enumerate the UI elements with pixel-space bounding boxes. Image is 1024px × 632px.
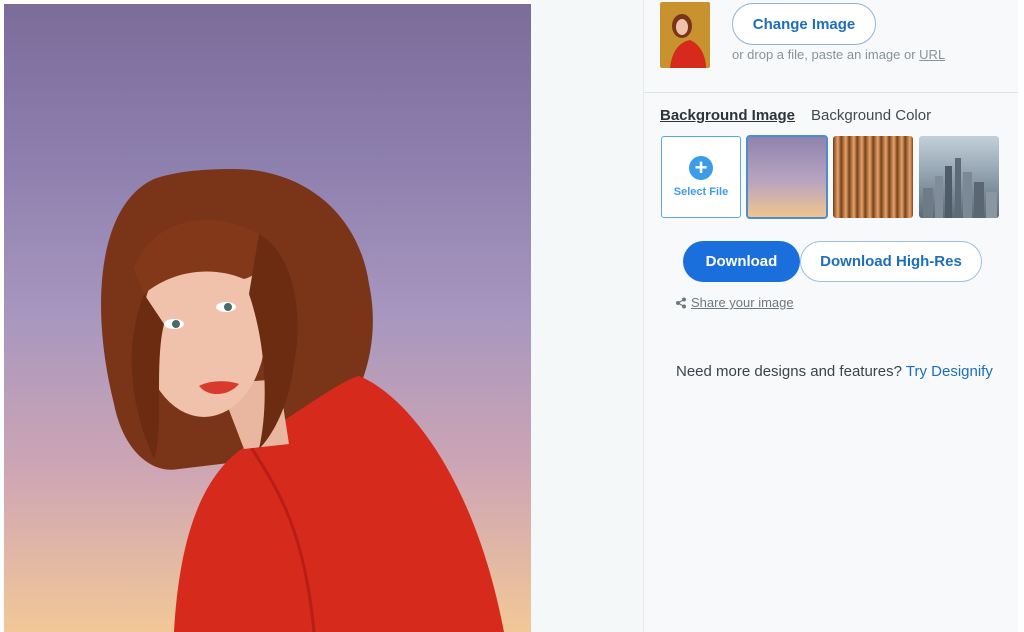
portrait-illustration xyxy=(101,169,504,632)
iris-left xyxy=(172,320,180,328)
background-tile-gradient[interactable] xyxy=(746,135,828,219)
image-preview xyxy=(4,4,531,632)
editor-page: Change Image or drop a file, paste an im… xyxy=(0,0,1024,632)
url-link[interactable]: URL xyxy=(919,47,945,62)
background-tiles: + Select File xyxy=(661,135,999,219)
settings-panel: Change Image or drop a file, paste an im… xyxy=(643,0,1019,632)
background-tile-city[interactable] xyxy=(919,136,999,218)
share-label: Share your image xyxy=(691,295,794,310)
share-link[interactable]: Share your image xyxy=(675,295,794,310)
select-file-label: Select File xyxy=(673,186,729,198)
drop-hint-text: or drop a file, paste an image or xyxy=(732,47,920,62)
canvas-gutter xyxy=(531,0,643,632)
background-tile-stripes[interactable] xyxy=(833,136,913,218)
window-edge xyxy=(1018,0,1024,632)
select-file-tile[interactable]: + Select File xyxy=(661,136,741,218)
background-tabs: Background Image Background Color xyxy=(660,107,931,124)
try-designify-link[interactable]: Try Designify xyxy=(906,363,993,380)
change-image-button[interactable]: Change Image xyxy=(732,3,876,45)
download-button[interactable]: Download xyxy=(683,241,800,282)
section-divider xyxy=(644,92,1019,93)
plus-icon: + xyxy=(689,156,713,180)
share-icon xyxy=(676,297,686,308)
uploaded-image-thumbnail xyxy=(660,2,710,68)
drop-hint: or drop a file, paste an image or URL xyxy=(732,47,945,62)
promo-text: Need more designs and features? Try Desi… xyxy=(676,363,993,380)
tab-background-image[interactable]: Background Image xyxy=(660,107,795,124)
download-high-res-button[interactable]: Download High-Res xyxy=(800,241,982,282)
promo-message: Need more designs and features? xyxy=(676,363,906,380)
iris-right xyxy=(224,303,232,311)
city-skyline xyxy=(923,158,997,218)
thumbnail-image xyxy=(660,2,710,68)
tab-background-color[interactable]: Background Color xyxy=(811,107,931,124)
